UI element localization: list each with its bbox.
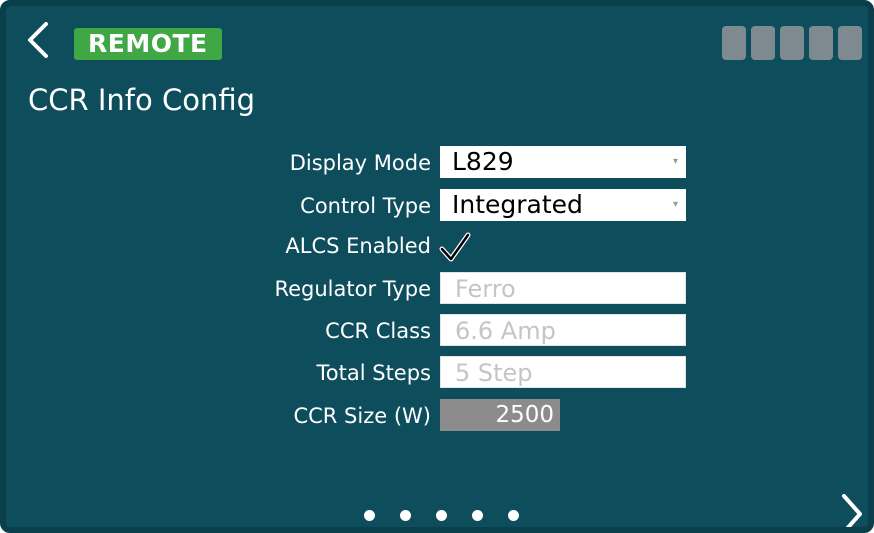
display-mode-label: Display Mode [289, 151, 431, 175]
regulator-type-field: Ferro [440, 272, 686, 304]
signal-segment [780, 26, 804, 60]
display-mode-select[interactable]: L829 ▾ [440, 146, 686, 178]
control-type-row: Control Type Integrated ▾ [6, 189, 868, 223]
display-mode-value: L829 [452, 147, 514, 176]
remote-mode-badge: REMOTE [74, 28, 222, 60]
ccr-size-field: 2500 [440, 399, 560, 431]
signal-segment [809, 26, 833, 60]
dropdown-caret-icon: ▾ [672, 156, 678, 167]
page-dot[interactable] [364, 510, 375, 521]
back-chevron-icon[interactable] [20, 20, 56, 60]
signal-segment [838, 26, 862, 60]
device-screen: REMOTE CCR Info Config Display Mode L829… [0, 0, 874, 533]
control-type-value: Integrated [452, 190, 583, 219]
total-steps-row: Total Steps 5 Step [6, 356, 868, 390]
regulator-type-row: Regulator Type Ferro [6, 272, 868, 306]
control-type-select[interactable]: Integrated ▾ [440, 189, 686, 221]
ccr-class-label: CCR Class [325, 319, 431, 343]
signal-segment [722, 26, 746, 60]
page-indicator [364, 510, 519, 521]
page-dot[interactable] [400, 510, 411, 521]
page-dot[interactable] [472, 510, 483, 521]
alcs-enabled-checkbox[interactable] [438, 229, 472, 263]
dropdown-caret-icon: ▾ [672, 199, 678, 210]
alcs-enabled-label: ALCS Enabled [285, 234, 431, 258]
next-chevron-icon[interactable] [838, 492, 866, 533]
ccr-size-row: CCR Size (W) 2500 [6, 399, 868, 433]
page-title: CCR Info Config [28, 83, 256, 117]
display-mode-row: Display Mode L829 ▾ [6, 146, 868, 180]
control-type-label: Control Type [300, 194, 431, 218]
page-dot[interactable] [436, 510, 447, 521]
alcs-enabled-row: ALCS Enabled [6, 229, 868, 263]
signal-strength-indicator [722, 26, 862, 60]
ccr-size-label: CCR Size (W) [293, 404, 431, 428]
regulator-type-label: Regulator Type [274, 277, 431, 301]
total-steps-field: 5 Step [440, 356, 686, 388]
page-dot[interactable] [508, 510, 519, 521]
signal-segment [751, 26, 775, 60]
total-steps-label: Total Steps [316, 361, 431, 385]
ccr-class-row: CCR Class 6.6 Amp [6, 314, 868, 348]
ccr-class-field: 6.6 Amp [440, 314, 686, 346]
